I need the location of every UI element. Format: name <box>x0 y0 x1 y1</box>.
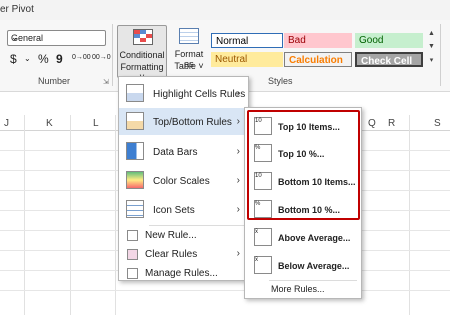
submenu-item-below-average[interactable]: x̄ Below Average... <box>245 252 361 278</box>
table-icon <box>179 28 199 44</box>
chevron-right-icon: › <box>236 88 240 99</box>
grid-line <box>409 115 410 315</box>
scroll-down-icon[interactable]: ▼ <box>427 43 436 54</box>
highlight-outline <box>247 110 360 220</box>
menu-item-manage-rules[interactable]: Manage Rules... <box>119 265 248 282</box>
conditional-formatting-button[interactable]: Conditional Formatting ˅ <box>117 25 167 82</box>
new-rule-icon <box>127 230 138 241</box>
number-format-dropdown[interactable]: General ⌄ <box>7 30 106 46</box>
more-styles-icon[interactable]: ▾ <box>427 56 436 67</box>
format-as-table-button[interactable]: Format as Table ˅ <box>170 25 208 78</box>
chevron-right-icon: › <box>236 204 240 215</box>
menu-item-color-scales[interactable]: Color Scales › <box>119 167 248 194</box>
chevron-right-icon: › <box>236 146 240 157</box>
group-divider <box>440 24 441 86</box>
color-scales-icon <box>126 171 144 189</box>
eraser-icon <box>127 249 138 260</box>
manage-rules-icon <box>127 268 138 279</box>
chevron-right-icon: › <box>236 248 240 259</box>
menu-separator <box>149 225 244 226</box>
menu-item-highlight-cells-rules[interactable]: Highlight Cells Rules › <box>119 80 248 107</box>
top-bottom-icon <box>126 112 144 130</box>
column-header-s[interactable]: S <box>434 118 441 129</box>
conditional-formatting-menu: Highlight Cells Rules › Top/Bottom Rules… <box>118 76 249 281</box>
styles-group-label: Styles <box>268 76 293 86</box>
menu-item-new-rule[interactable]: New Rule... <box>119 227 248 244</box>
column-header-j[interactable]: J <box>4 118 9 129</box>
column-header-k[interactable]: K <box>46 118 53 129</box>
grid-line <box>70 115 71 315</box>
style-neutral[interactable]: Neutral <box>211 52 283 67</box>
style-normal[interactable]: Normal <box>211 33 283 48</box>
title-bar: er Pivot <box>0 0 450 20</box>
window-title: er Pivot <box>0 4 34 15</box>
column-header-q[interactable]: Q <box>368 118 376 129</box>
currency-button[interactable]: $ <box>10 52 17 66</box>
menu-item-clear-rules[interactable]: Clear Rules › <box>119 246 248 263</box>
dialog-launcher-icon[interactable]: ⇲ <box>103 78 109 86</box>
menu-item-icon-sets[interactable]: Icon Sets › <box>119 196 248 223</box>
menu-item-data-bars[interactable]: Data Bars › <box>119 138 248 165</box>
column-header-l[interactable]: L <box>93 118 99 129</box>
chevron-right-icon: › <box>236 175 240 186</box>
below-average-icon: x̄ <box>254 256 272 274</box>
grid-line <box>24 115 25 315</box>
data-bars-icon <box>126 142 144 160</box>
percent-button[interactable]: % <box>38 52 49 66</box>
grid-line <box>0 290 450 291</box>
style-good[interactable]: Good <box>355 33 423 48</box>
above-average-icon: x̄ <box>254 228 272 246</box>
chevron-down-icon: ⌄ <box>11 32 19 42</box>
decrease-decimal-button[interactable]: 00→0 <box>92 54 111 61</box>
comma-style-button[interactable]: 9 <box>56 52 63 66</box>
number-group-label: Number <box>38 76 71 86</box>
grid-line <box>115 115 116 315</box>
scroll-up-icon[interactable]: ▲ <box>427 30 436 41</box>
style-calculation[interactable]: Calculation <box>284 52 352 67</box>
submenu-item-more-rules[interactable]: More Rules... <box>245 282 361 298</box>
conditional-formatting-icon <box>133 29 153 45</box>
group-divider <box>112 24 113 86</box>
highlight-cells-icon <box>126 84 144 102</box>
submenu-item-above-average[interactable]: x̄ Above Average... <box>245 224 361 250</box>
menu-separator <box>269 280 357 281</box>
increase-decimal-button[interactable]: 0→00 <box>72 54 91 61</box>
currency-dropdown[interactable]: ⌄ <box>24 54 31 63</box>
icon-sets-icon <box>126 200 144 218</box>
column-header-r[interactable]: R <box>388 118 395 129</box>
menu-item-top-bottom-rules[interactable]: Top/Bottom Rules › <box>119 108 248 135</box>
style-bad[interactable]: Bad <box>284 33 352 48</box>
chevron-right-icon: › <box>236 116 240 127</box>
style-check-cell[interactable]: Check Cell <box>355 52 423 67</box>
number-format-buttons: $ ⌄ % 9 0→00 00→0 <box>8 52 111 68</box>
